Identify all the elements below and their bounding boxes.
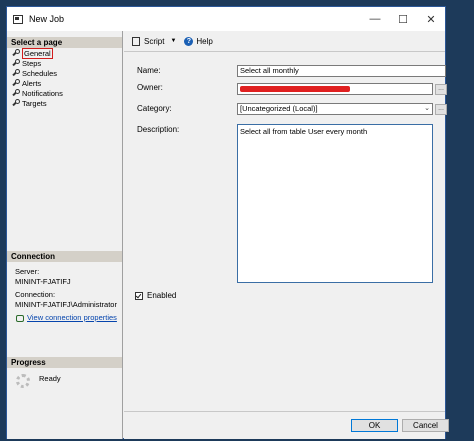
dialog-footer: OK Cancel <box>124 411 449 439</box>
wrench-icon <box>11 79 20 87</box>
owner-label: Owner: <box>137 83 163 92</box>
window-title: New Job <box>29 14 65 24</box>
page-label: Targets <box>22 98 47 108</box>
close-button[interactable]: ✕ <box>417 7 445 31</box>
title-bar[interactable]: New Job — ☐ ✕ <box>7 7 445 31</box>
ok-button[interactable]: OK <box>351 419 398 432</box>
new-job-window: New Job — ☐ ✕ Select a page General Step… <box>6 6 449 439</box>
page-item-targets[interactable]: Targets <box>11 98 63 108</box>
owner-browse-button[interactable]: ... <box>435 84 447 95</box>
page-label: Notifications <box>22 88 63 98</box>
page-label: Schedules <box>22 68 58 78</box>
select-page-header: Select a page <box>7 37 122 48</box>
page-label: Alerts <box>22 78 42 88</box>
page-label: General <box>22 47 53 59</box>
page-item-schedules[interactable]: Schedules <box>11 68 63 78</box>
page-item-alerts[interactable]: Alerts <box>11 78 63 88</box>
enabled-label: Enabled <box>147 291 177 300</box>
page-list: General Steps Schedules Alerts Notificat… <box>11 47 63 108</box>
help-icon: ? <box>184 36 194 46</box>
category-selected-value: [Uncategorized (Local)] <box>240 104 318 113</box>
name-input[interactable]: Select all monthly <box>237 65 446 77</box>
job-window-icon <box>13 14 23 24</box>
enabled-checkbox[interactable] <box>135 291 143 300</box>
owner-input[interactable] <box>237 83 433 95</box>
general-form: Name: Select all monthly Owner: ... Cate… <box>124 51 447 411</box>
name-label: Name: <box>137 66 161 75</box>
script-button[interactable]: Script <box>144 37 164 46</box>
left-panel: Select a page General Steps Schedules Al… <box>7 31 123 439</box>
cancel-button[interactable]: Cancel <box>402 419 449 432</box>
connection-properties-icon <box>15 314 24 323</box>
page-item-steps[interactable]: Steps <box>11 58 63 68</box>
wrench-icon <box>11 69 20 77</box>
category-label: Category: <box>137 104 172 113</box>
minimize-button[interactable]: — <box>361 7 389 31</box>
owner-redacted-value <box>240 86 350 92</box>
enabled-row[interactable]: Enabled <box>135 291 176 300</box>
help-button[interactable]: Help <box>196 37 212 46</box>
wrench-icon <box>11 49 20 57</box>
connection-label: Connection: <box>15 290 56 299</box>
progress-status: Ready <box>39 374 61 383</box>
maximize-button[interactable]: ☐ <box>389 7 417 31</box>
wrench-icon <box>11 59 20 67</box>
script-icon <box>132 36 140 46</box>
page-item-general[interactable]: General <box>11 47 63 59</box>
chevron-down-icon[interactable]: ⌄ <box>424 104 430 114</box>
view-connection-link[interactable]: View connection properties <box>27 313 117 322</box>
server-label: Server: <box>15 267 40 276</box>
wrench-icon <box>11 99 20 107</box>
server-value: MININT-FJATIFJ <box>15 277 71 286</box>
category-browse-button[interactable]: ... <box>435 104 447 115</box>
view-connection-properties[interactable]: View connection properties <box>15 313 117 323</box>
page-label: Steps <box>22 58 42 68</box>
toolbar: Script ▼ ? Help <box>124 31 445 52</box>
page-item-notifications[interactable]: Notifications <box>11 88 63 98</box>
category-select[interactable]: [Uncategorized (Local)] ⌄ <box>237 103 433 115</box>
connection-header: Connection <box>7 251 122 262</box>
description-textarea[interactable]: Select all from table User every month <box>237 124 433 283</box>
progress-spinner-icon <box>16 374 30 388</box>
wrench-icon <box>11 89 20 97</box>
progress-header: Progress <box>7 357 122 368</box>
script-dropdown-arrow-icon[interactable]: ▼ <box>170 38 176 44</box>
description-label: Description: <box>137 125 180 134</box>
connection-value: MININT-FJATIFJ\Administrator <box>15 300 117 309</box>
